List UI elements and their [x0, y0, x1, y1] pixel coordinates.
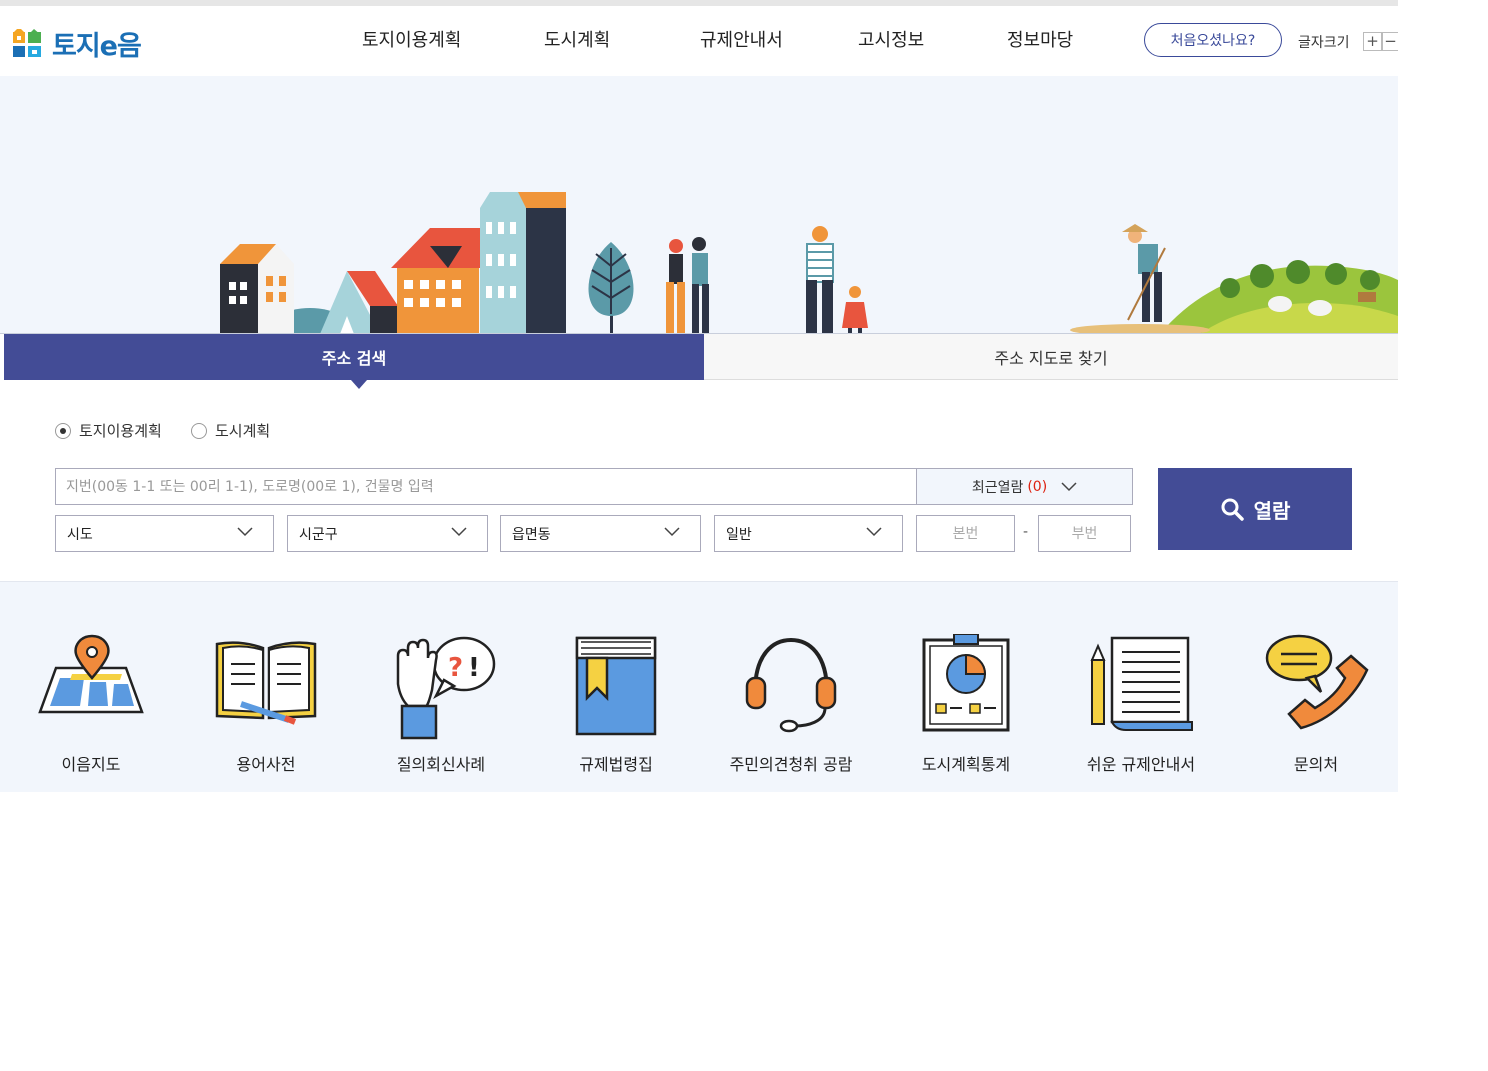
logo-text: 토지e음: [52, 31, 142, 62]
quick-menu-label: 규제법령집: [579, 755, 653, 774]
town-buildings: [220, 192, 566, 334]
svg-text:?: ?: [448, 653, 463, 683]
chevron-down-icon: [451, 527, 467, 537]
tab-address-search[interactable]: 주소 검색: [4, 334, 704, 380]
nav-land-use-plan[interactable]: 토지이용계획: [362, 26, 461, 52]
tab-map-search[interactable]: 주소 지도로 찾기: [704, 334, 1398, 380]
eupmyeondong-select[interactable]: 읍면동: [500, 515, 701, 552]
farm-scene: [1070, 224, 1398, 334]
site-logo[interactable]: 토지e음: [12, 24, 142, 63]
active-tab-pointer: [351, 380, 367, 389]
hero-illustration: [0, 192, 1398, 334]
sido-select-value: 시도: [67, 526, 93, 543]
statistics-board-icon: [922, 634, 1010, 732]
quick-menu-label: 이음지도: [61, 755, 121, 774]
font-decrease-button[interactable]: −: [1382, 32, 1398, 51]
main-number-input[interactable]: [916, 515, 1015, 552]
header: 토지e음 토지이용계획 도시계획 규제안내서 고시정보 정보마당 처음오셨나요?…: [0, 6, 1398, 76]
quick-menu-item-law-book[interactable]: 규제법령집: [541, 634, 691, 784]
radio-land-use-plan[interactable]: 토지이용계획: [55, 420, 162, 441]
quick-menu-label: 도시계획통계: [921, 755, 1011, 774]
sub-number-input[interactable]: [1038, 515, 1131, 552]
chevron-down-icon: [664, 527, 680, 537]
open-view-label: 열람: [1253, 498, 1291, 523]
logo-mark-icon: [13, 28, 41, 57]
quick-menu-label: 용어사전: [236, 755, 296, 774]
quick-menu-item-qna-cases[interactable]: ? ! 질의회신사례: [366, 634, 516, 784]
radio-land-use-plan-label: 토지이용계획: [79, 422, 162, 440]
nav-notice-info[interactable]: 고시정보: [858, 26, 924, 52]
recent-view-label: 최근열람: [971, 479, 1024, 496]
quick-menu-label: 쉬운 규제안내서: [1086, 755, 1196, 774]
search-icon: [1221, 498, 1244, 521]
land-type-select-value: 일반: [726, 526, 752, 543]
chevron-down-icon: [866, 527, 882, 537]
quick-menu-label: 질의회신사례: [396, 755, 486, 774]
quick-menu-item-contact[interactable]: 문의처: [1241, 634, 1391, 784]
address-search-input[interactable]: [55, 468, 917, 505]
radio-urban-plan[interactable]: 도시계획: [191, 420, 270, 441]
nav-regulation-guide[interactable]: 규제안내서: [700, 26, 783, 52]
quick-menu-label: 문의처: [1293, 755, 1339, 774]
law-book-icon: [575, 636, 657, 736]
document-pencil-icon: [1090, 636, 1193, 731]
open-view-button[interactable]: 열람: [1158, 468, 1352, 550]
chevron-down-icon: [237, 527, 253, 537]
radio-button-unchecked[interactable]: [191, 422, 207, 439]
phone-chat-icon: [1265, 634, 1369, 730]
radio-urban-plan-label: 도시계획: [215, 422, 271, 440]
quick-menu-item-public-hearing[interactable]: 주민의견청취 공람: [716, 634, 866, 784]
eupmyeondong-select-value: 읍면동: [512, 526, 551, 543]
tree: [588, 242, 634, 334]
recent-view-dropdown[interactable]: 최근열람 (0): [916, 468, 1133, 505]
quick-menu-label: 주민의견청취 공람: [729, 755, 853, 774]
sigungu-select-value: 시군구: [299, 526, 338, 543]
headset-icon: [745, 637, 837, 733]
parent-child-figures: [806, 226, 868, 334]
raised-hand-question-icon: ? !: [396, 636, 496, 740]
hero-banner: [0, 76, 1398, 334]
chevron-down-icon: [1061, 481, 1077, 491]
sigungu-select[interactable]: 시군구: [287, 515, 488, 552]
first-visit-button[interactable]: 처음오셨나요?: [1144, 23, 1282, 57]
couple-figures: [666, 237, 709, 334]
sido-select[interactable]: 시도: [55, 515, 274, 552]
quick-menu-item-glossary[interactable]: 용어사전: [191, 634, 341, 784]
map-pin-icon: [38, 634, 144, 714]
page: 토지e음 토지이용계획 도시계획 규제안내서 고시정보 정보마당 처음오셨나요?…: [0, 6, 1398, 792]
quick-menu-item-urban-statistics[interactable]: 도시계획통계: [891, 634, 1041, 784]
quick-menu-item-easy-guide[interactable]: 쉬운 규제안내서: [1066, 634, 1216, 784]
radio-button-checked[interactable]: [55, 422, 71, 439]
font-increase-button[interactable]: +: [1363, 32, 1382, 51]
nav-info-square[interactable]: 정보마당: [1007, 26, 1073, 52]
svg-text:!: !: [468, 653, 480, 683]
number-separator: -: [1023, 524, 1029, 540]
open-book-icon: [215, 641, 317, 725]
quick-menu: 이음지도 용어사전 ? ! 질의회신사례 규제법령집 주민의견청취 공람 도시계…: [0, 581, 1398, 792]
nav-urban-plan[interactable]: 도시계획: [544, 26, 610, 52]
font-size-label: 글자크기: [1298, 35, 1350, 51]
recent-view-count: (0): [1027, 478, 1048, 495]
land-type-select[interactable]: 일반: [714, 515, 903, 552]
quick-menu-item-eum-map[interactable]: 이음지도: [16, 634, 166, 784]
search-panel: 주소 검색 주소 지도로 찾기 토지이용계획 도시계획 최근열람 (0) 열람 …: [4, 334, 1398, 581]
